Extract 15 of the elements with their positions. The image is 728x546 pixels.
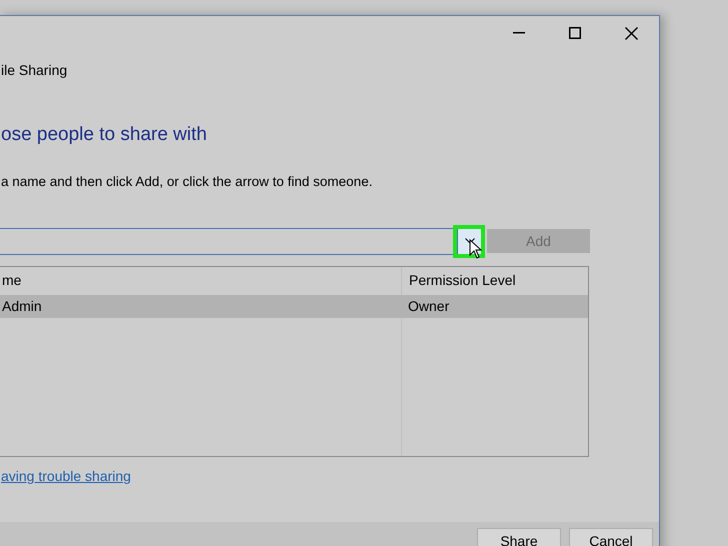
close-icon — [624, 26, 638, 40]
minimize-icon — [513, 32, 525, 34]
dialog-button[interactable]: Share — [477, 528, 561, 546]
maximize-icon — [569, 27, 581, 39]
table-cell-text: Admin — [1, 296, 43, 316]
help-link[interactable]: aving trouble sharing — [1, 468, 131, 484]
table-row[interactable]: Admin Owner — [0, 294, 588, 318]
mouse-pointer-icon — [469, 238, 483, 259]
table-cell-text: Owner — [407, 296, 450, 316]
chevron-down-icon — [464, 238, 474, 244]
dialog-heading: ose people to share with — [1, 124, 207, 145]
window-title: ile Sharing — [1, 62, 68, 78]
column-header[interactable]: me — [0, 266, 401, 295]
instruction-text: a name and then click Add, or click the arrow to find someone. — [1, 174, 372, 188]
dialog-button[interactable]: Cancel — [569, 528, 653, 546]
